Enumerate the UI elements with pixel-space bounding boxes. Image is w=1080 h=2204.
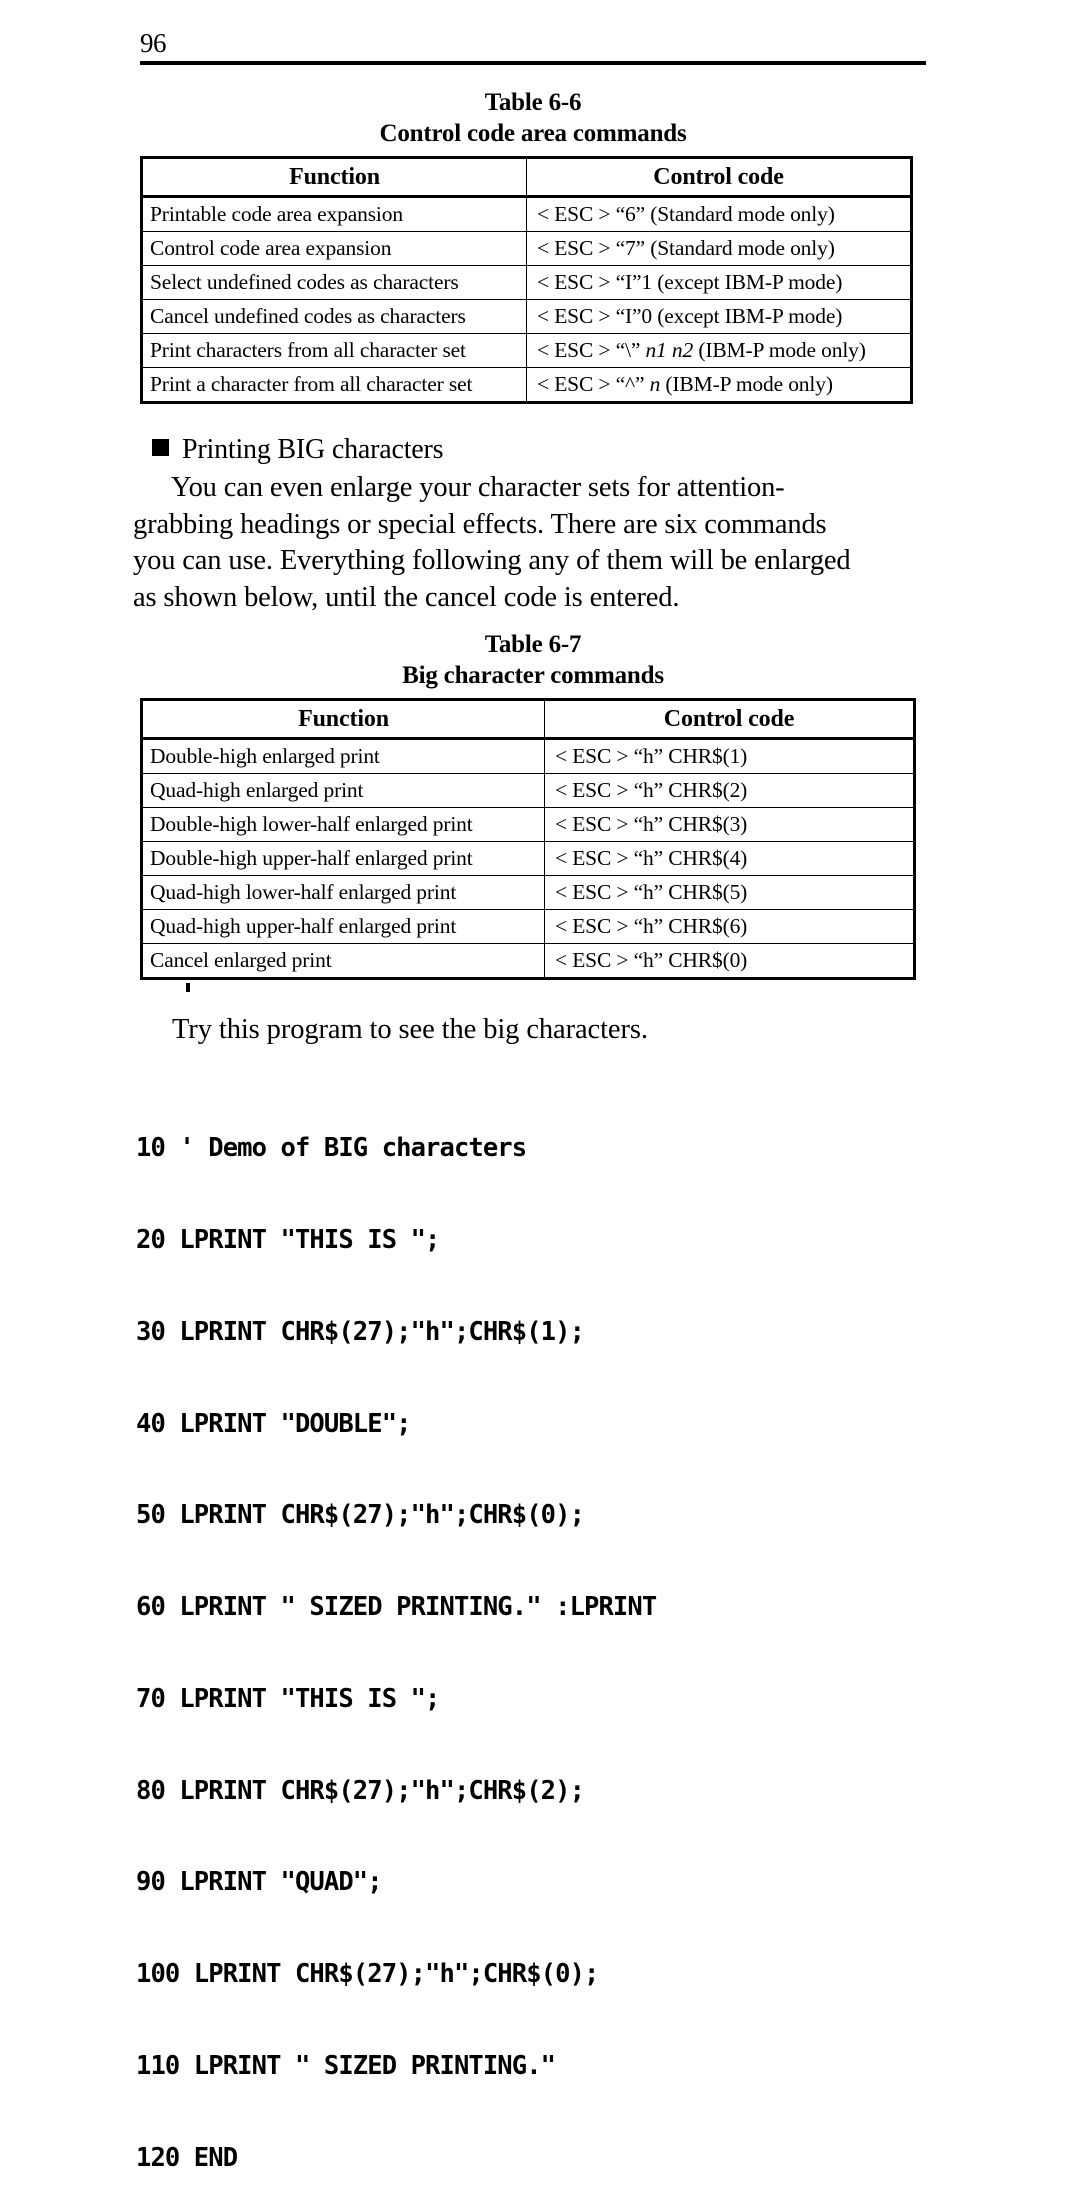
table-row: Double-high lower-half enlarged print < …: [141, 807, 915, 842]
code-line: 10 ' Demo of BIG characters: [136, 1133, 527, 1164]
section-heading-label: Printing BIG characters: [182, 434, 444, 465]
table-cell-function: Double-high upper-half enlarged print: [141, 841, 545, 876]
section-paragraph: You can even enlarge your character sets…: [133, 470, 923, 616]
table-row: Double-high enlarged print < ESC > “h” C…: [141, 738, 915, 774]
table-6-6-header-function: Function: [141, 157, 527, 198]
table-cell-function: Double-high lower-half enlarged print: [141, 807, 545, 842]
table-cell-control-code: < ESC > “h” CHR$(3): [544, 807, 915, 842]
table-cell-function: Printable code area expansion: [141, 196, 527, 232]
table-cell-function: Control code area expansion: [141, 231, 527, 266]
table-cell-control-code: < ESC > “6” (Standard mode only): [526, 196, 912, 232]
table-cell-function: Print characters from all character set: [141, 333, 527, 368]
code-line: 60 LPRINT " SIZED PRINTING." :LPRINT: [136, 1592, 657, 1623]
table-6-7-caption: Table 6-7 Big character commands: [140, 630, 926, 692]
table-6-6-header-row: Function Control code: [141, 157, 912, 198]
section-heading: Printing BIG characters: [152, 433, 444, 467]
table-row: Printable code area expansion < ESC > “6…: [141, 196, 912, 232]
table-6-7: Function Control code Double-high enlarg…: [140, 698, 916, 980]
table-6-6-caption: Table 6-6 Control code area commands: [140, 88, 926, 150]
code-line: 40 LPRINT "DOUBLE";: [136, 1408, 411, 1439]
table-6-7-block: Table 6-7 Big character commands Functio…: [140, 630, 926, 980]
table-cell-control-code: < ESC > “^” n (IBM-P mode only): [526, 367, 912, 403]
table-row: Quad-high upper-half enlarged print < ES…: [141, 909, 915, 944]
table-row: Control code area expansion < ESC > “7” …: [141, 231, 912, 266]
page-number: 96: [140, 28, 167, 58]
code-line: 80 LPRINT CHR$(27);"h";CHR$(2);: [136, 1775, 585, 1806]
table-cell-function: Cancel enlarged print: [141, 943, 545, 979]
control-code-suffix: (IBM-P mode only): [660, 372, 833, 396]
table-6-7-header-control-code: Control code: [544, 699, 915, 740]
table-cell-control-code: < ESC > “h” CHR$(1): [544, 738, 915, 774]
table-row: Select undefined codes as characters < E…: [141, 265, 912, 300]
table-row: Print a character from all character set…: [141, 367, 912, 403]
table-row: Quad-high lower-half enlarged print < ES…: [141, 875, 915, 910]
table-6-6-caption-line1: Table 6-6: [484, 89, 582, 116]
code-line: 120 END: [136, 2142, 238, 2173]
paragraph-line: grabbing headings or special effects. Th…: [133, 508, 827, 540]
program-listing: 10 ' Demo of BIG characters 20 LPRINT "T…: [136, 1072, 657, 2204]
table-cell-control-code: < ESC > “7” (Standard mode only): [526, 231, 912, 266]
table-cell-function: Print a character from all character set: [141, 367, 527, 403]
paragraph-line: You can even enlarge your character sets…: [171, 472, 785, 503]
table-6-6-header-control-code: Control code: [526, 157, 912, 198]
page-header: 96: [140, 30, 926, 65]
control-code-param: n1 n2: [645, 338, 694, 362]
control-code-prefix: < ESC > “^”: [537, 372, 650, 396]
table-cell-function: Quad-high enlarged print: [141, 773, 545, 808]
table-cell-function: Quad-high upper-half enlarged print: [141, 909, 545, 944]
code-line: 20 LPRINT "THIS IS ";: [136, 1224, 440, 1255]
table-6-7-header-function: Function: [141, 699, 545, 740]
table-cell-control-code: < ESC > “h” CHR$(4): [544, 841, 915, 876]
table-cell-control-code: < ESC > “h” CHR$(6): [544, 909, 915, 944]
code-line: 110 LPRINT " SIZED PRINTING.": [136, 2051, 556, 2081]
table-cell-control-code: < ESC > “I”0 (except IBM-P mode): [526, 299, 912, 334]
control-code-suffix: (IBM-P mode only): [693, 338, 866, 362]
program-intro-text: Try this program to see the big characte…: [172, 1014, 648, 1045]
control-code-param: n: [649, 372, 661, 396]
table-cell-control-code: < ESC > “h” CHR$(5): [544, 875, 915, 910]
table-cell-function: Double-high enlarged print: [141, 738, 545, 774]
table-6-7-header-row: Function Control code: [141, 699, 915, 740]
table-cell-function: Quad-high lower-half enlarged print: [141, 875, 545, 910]
table-row: Quad-high enlarged print < ESC > “h” CHR…: [141, 773, 915, 808]
table-cell-control-code: < ESC > “I”1 (except IBM-P mode): [526, 265, 912, 300]
table-cell-control-code: < ESC > “\” n1 n2 (IBM-P mode only): [526, 333, 912, 368]
code-line: 70 LPRINT "THIS IS ";: [136, 1683, 440, 1714]
code-line: 30 LPRINT CHR$(27);"h";CHR$(1);: [136, 1316, 585, 1347]
code-line: 50 LPRINT CHR$(27);"h";CHR$(0);: [136, 1500, 585, 1531]
control-code-prefix: < ESC > “\”: [537, 338, 646, 362]
paragraph-line: as shown below, until the cancel code is…: [133, 581, 680, 613]
table-row: Print characters from all character set …: [141, 333, 912, 368]
code-line: 100 LPRINT CHR$(27);"h";CHR$(0);: [136, 1959, 599, 1990]
table-row: Cancel enlarged print < ESC > “h” CHR$(0…: [141, 943, 915, 979]
table-row: Double-high upper-half enlarged print < …: [141, 841, 915, 876]
code-line: 90 LPRINT "QUAD";: [136, 1867, 383, 1898]
table-row: Cancel undefined codes as characters < E…: [141, 299, 912, 334]
table-6-6-caption-line2: Control code area commands: [379, 120, 687, 147]
table-cell-control-code: < ESC > “h” CHR$(2): [544, 773, 915, 808]
header-rule: [140, 61, 926, 65]
table-cell-function: Cancel undefined codes as characters: [141, 299, 527, 334]
table-cell-function: Select undefined codes as characters: [141, 265, 527, 300]
table-cell-control-code: < ESC > “h” CHR$(0): [544, 943, 915, 979]
table-6-7-caption-line2: Big character commands: [402, 662, 664, 689]
table-6-6-block: Table 6-6 Control code area commands Fun…: [140, 88, 926, 404]
square-bullet-icon: [152, 439, 169, 456]
table-6-6: Function Control code Printable code are…: [140, 156, 913, 404]
scan-artifact-mark: [186, 983, 190, 992]
table-6-7-caption-line1: Table 6-7: [484, 631, 582, 658]
paragraph-line: you can use. Everything following any of…: [133, 545, 851, 576]
